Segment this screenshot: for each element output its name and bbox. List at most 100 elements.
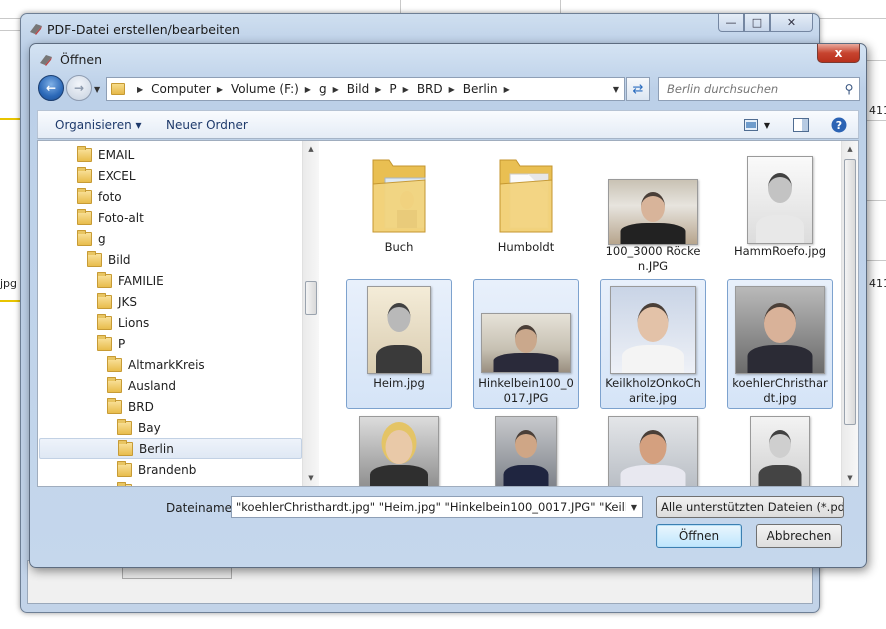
chevron-right-icon[interactable]: ▶ <box>504 85 510 94</box>
file-item[interactable] <box>346 411 452 486</box>
photo-thumbnail <box>367 286 431 374</box>
breadcrumb-item[interactable]: Computer <box>151 82 211 96</box>
chevron-right-icon[interactable]: ▶ <box>449 85 455 94</box>
tree-item[interactable]: Lions <box>39 312 302 333</box>
file-item[interactable] <box>600 411 706 486</box>
breadcrumb-item[interactable]: Bild <box>347 82 370 96</box>
file-item[interactable]: koehlerChristhardt.jpg <box>727 279 833 409</box>
back-button[interactable]: ← <box>38 75 64 101</box>
breadcrumb-item[interactable]: Volume (F:) <box>231 82 299 96</box>
breadcrumb-item[interactable]: P <box>389 82 396 96</box>
svg-text:?: ? <box>836 119 842 132</box>
maximize-button[interactable]: □ <box>744 14 770 32</box>
chevron-right-icon[interactable]: ▶ <box>403 85 409 94</box>
tree-item[interactable]: B... <box>39 480 302 486</box>
chevron-right-icon[interactable]: ▶ <box>217 85 223 94</box>
files-scrollbar[interactable]: ▲ ▼ <box>841 141 858 486</box>
tree-scrollbar[interactable]: ▲ ▼ <box>302 141 319 486</box>
tree-item-label: Bild <box>108 252 131 267</box>
filename-label: Dateiname: <box>166 501 237 515</box>
chevron-down-icon[interactable]: ▼ <box>626 502 642 512</box>
help-button[interactable]: ? <box>830 116 848 134</box>
tree-item-label: Ausland <box>128 378 176 393</box>
scroll-thumb[interactable] <box>305 281 317 315</box>
scroll-down-icon[interactable]: ▼ <box>303 470 319 486</box>
chevron-right-icon[interactable]: ▶ <box>305 85 311 94</box>
refresh-button[interactable]: ⇄ <box>626 77 650 101</box>
tree-item[interactable]: EMAIL <box>39 144 302 165</box>
tree-item[interactable]: Berlin <box>39 438 302 459</box>
tree-item[interactable]: Bild <box>39 249 302 270</box>
new-folder-button[interactable]: Neuer Ordner <box>166 118 248 132</box>
chevron-right-icon[interactable]: ▶ <box>333 85 339 94</box>
change-view-button[interactable]: ▼ <box>740 116 774 134</box>
chevron-down-icon: ▼ <box>763 120 771 130</box>
file-name: Hinkelbein100_0017.JPG <box>478 376 574 405</box>
photo-thumbnail <box>750 416 810 486</box>
breadcrumb-item[interactable]: g <box>319 82 327 96</box>
window-controls: — □ ✕ <box>718 14 813 32</box>
file-type-select[interactable]: Alle unterstützten Dateien (*.pd ▼ <box>656 496 844 518</box>
preview-pane-button[interactable] <box>792 116 810 134</box>
file-item[interactable]: 100_3000 Röcken.JPG <box>600 145 706 275</box>
tree-item-label: foto <box>98 189 122 204</box>
dialog-close-button[interactable]: x <box>817 44 860 63</box>
folder-icon <box>97 334 112 351</box>
tree-item-label: BRD <box>128 399 154 414</box>
tree-item[interactable]: FAMILIE <box>39 270 302 291</box>
tree-item[interactable]: BRD <box>39 396 302 417</box>
breadcrumb-item[interactable]: BRD <box>417 82 443 96</box>
tree-item[interactable]: Bay <box>39 417 302 438</box>
chevron-right-icon[interactable]: ▶ <box>375 85 381 94</box>
tree-item[interactable]: P <box>39 333 302 354</box>
breadcrumb: ▶ Computer ▶ Volume (F:) ▶ g ▶ Bild ▶ P … <box>131 82 518 96</box>
arrow-left-icon: ← <box>45 81 57 95</box>
file-item[interactable]: KeilkholzOnkoCharite.jpg <box>600 279 706 409</box>
tree-item[interactable]: g <box>39 228 302 249</box>
search-input[interactable] <box>659 82 839 96</box>
chevron-right-icon[interactable]: ▶ <box>137 85 143 94</box>
tree-item[interactable]: JKS <box>39 291 302 312</box>
tree-item-label: Berlin <box>139 441 174 456</box>
scroll-up-icon[interactable]: ▲ <box>842 141 858 157</box>
folder-icon <box>107 376 122 393</box>
file-item[interactable]: Hinkelbein100_0017.JPG <box>473 279 579 409</box>
close-button[interactable]: ✕ <box>770 14 813 32</box>
scroll-up-icon[interactable]: ▲ <box>303 141 319 157</box>
filename-field[interactable]: "koehlerChristhardt.jpg" "Heim.jpg" "Hin… <box>231 496 643 518</box>
file-item[interactable]: HammRoefo.jpg <box>727 145 833 275</box>
filename-input[interactable]: "koehlerChristhardt.jpg" "Heim.jpg" "Hin… <box>232 500 626 514</box>
background-text: jpg <box>0 277 18 290</box>
folder-item[interactable]: Buch <box>346 145 452 275</box>
tree-item[interactable]: AltmarkKreis <box>39 354 302 375</box>
recent-locations-button[interactable]: ▼ <box>94 85 100 94</box>
file-item[interactable] <box>727 411 833 486</box>
tree-item[interactable]: foto <box>39 186 302 207</box>
refresh-icon: ⇄ <box>632 81 644 97</box>
tree-item[interactable]: Foto-alt <box>39 207 302 228</box>
search-box[interactable]: ⚲ <box>658 77 860 101</box>
minimize-button[interactable]: — <box>718 14 744 32</box>
forward-button[interactable]: → <box>66 75 92 101</box>
scroll-thumb[interactable] <box>844 159 856 425</box>
breadcrumb-item[interactable]: Berlin <box>463 82 498 96</box>
file-name: koehlerChristhardt.jpg <box>732 376 828 405</box>
cancel-button[interactable]: Abbrechen <box>756 524 842 548</box>
search-icon[interactable]: ⚲ <box>839 82 859 96</box>
folder-item[interactable]: Humboldt <box>473 145 579 275</box>
chevron-down-icon[interactable]: ▼ <box>608 85 624 94</box>
file-item[interactable]: Heim.jpg <box>346 279 452 409</box>
folder-icon <box>97 271 112 288</box>
tree-item-label: JKS <box>118 294 138 309</box>
open-button[interactable]: Öffnen <box>656 524 742 548</box>
arrow-right-icon: → <box>73 81 85 95</box>
address-bar[interactable]: ▶ Computer ▶ Volume (F:) ▶ g ▶ Bild ▶ P … <box>106 77 625 101</box>
open-dialog: Öffnen x ← → ▼ ▶ Computer ▶ Volume (F:) … <box>29 43 867 568</box>
tree-item[interactable]: EXCEL <box>39 165 302 186</box>
organize-menu[interactable]: Organisieren ▾ <box>55 118 142 132</box>
folder-icon <box>87 250 102 267</box>
file-item[interactable] <box>473 411 579 486</box>
tree-item[interactable]: Ausland <box>39 375 302 396</box>
tree-item[interactable]: Brandenb <box>39 459 302 480</box>
scroll-down-icon[interactable]: ▼ <box>842 470 858 486</box>
